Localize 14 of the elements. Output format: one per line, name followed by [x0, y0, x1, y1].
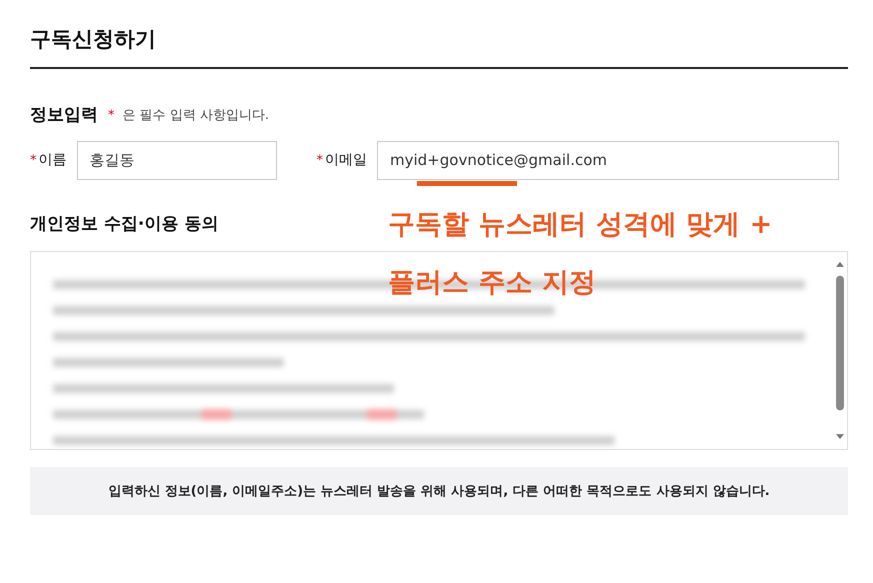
required-note: 은 필수 입력 사항입니다. [122, 107, 270, 126]
required-mark: * [30, 152, 36, 170]
field-label: 이메일 [325, 150, 367, 170]
required-mark: * [108, 107, 114, 126]
email-field[interactable]: myid+govnotice@gmail.com [377, 140, 839, 180]
page-title: 구독신청하기 [30, 26, 848, 70]
section-title: 정보입력 [30, 104, 98, 128]
field-label: 이름 [38, 150, 66, 170]
name-field[interactable]: 홍길동 [76, 140, 276, 180]
annotation-text: 구독할 뉴스레터 성격에 맞게 + [388, 208, 772, 242]
consent-title: 개인정보 수집·이용 동의 [30, 212, 218, 236]
required-mark: * [316, 152, 323, 170]
annotation-text: 플러스 주소 지정 [388, 266, 597, 300]
notice-text: 입력하신 정보(이름, 이메일주소)는 뉴스레터 발송을 위해 사용되며, 다른 어떠한 목적으로도 사용되지 않습니다. [30, 467, 848, 516]
